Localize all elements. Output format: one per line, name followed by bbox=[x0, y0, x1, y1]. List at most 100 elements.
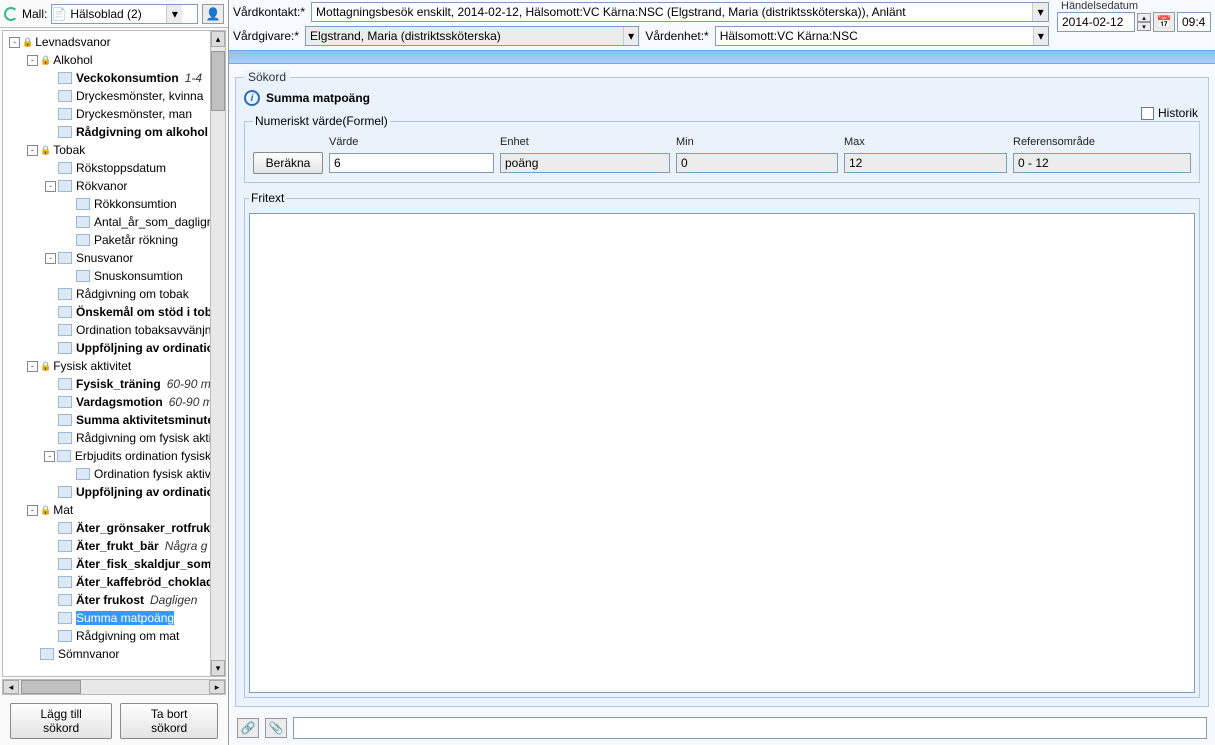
chevron-down-icon[interactable]: ▾ bbox=[1033, 27, 1048, 45]
scroll-left-icon[interactable]: ◂ bbox=[3, 680, 19, 694]
scroll-down-icon[interactable]: ▾ bbox=[211, 660, 225, 676]
tree-node-icon bbox=[76, 468, 90, 480]
calculate-button[interactable]: Beräkna bbox=[253, 152, 323, 174]
numeric-fieldset: Numeriskt värde(Formel) Värde Enhet Min … bbox=[244, 114, 1200, 183]
header-enhet: Enhet bbox=[500, 136, 670, 148]
fritext-textarea[interactable] bbox=[249, 213, 1195, 693]
tree-item[interactable]: Summa aktivitetsminute bbox=[3, 411, 225, 429]
tree-collapser-icon[interactable]: - bbox=[44, 451, 55, 462]
historik-label: Historik bbox=[1158, 106, 1198, 120]
tree-item[interactable]: Äter_grönsaker_rotfrukt bbox=[3, 519, 225, 537]
tree-item[interactable]: Summa matpoäng bbox=[3, 609, 225, 627]
tree-collapser-icon[interactable]: - bbox=[27, 505, 38, 516]
historik-checkbox[interactable] bbox=[1141, 107, 1154, 120]
remove-keyword-button[interactable]: Ta bort sökord bbox=[120, 703, 218, 739]
vardkontakt-input[interactable] bbox=[312, 5, 1032, 19]
tree-item-label: Äter_fisk_skaldjur_som bbox=[76, 557, 211, 571]
tree-item[interactable]: Äter_frukt_bärNågra g bbox=[3, 537, 225, 555]
tree-item[interactable]: - Rökvanor bbox=[3, 177, 225, 195]
vardenhet-dropdown[interactable]: ▾ bbox=[715, 26, 1049, 46]
tree-item[interactable]: Ordination fysisk aktivit bbox=[3, 465, 225, 483]
tree-item[interactable]: -🔒Tobak bbox=[3, 141, 225, 159]
tree-node-icon bbox=[58, 414, 72, 426]
tree-item[interactable]: Antal_år_som_dagligrö bbox=[3, 213, 225, 231]
event-time-input[interactable] bbox=[1178, 15, 1210, 29]
tree-item[interactable]: Snuskonsumtion bbox=[3, 267, 225, 285]
tree-collapser-icon[interactable]: - bbox=[45, 181, 56, 192]
tree-collapser-icon[interactable]: - bbox=[45, 253, 56, 264]
tree-item[interactable]: Äter_kaffebröd_choklad bbox=[3, 573, 225, 591]
tree-collapser-icon[interactable]: - bbox=[27, 145, 38, 156]
tree-item[interactable]: Rökstoppsdatum bbox=[3, 159, 225, 177]
tree-collapser-icon[interactable]: - bbox=[27, 55, 38, 66]
chevron-down-icon[interactable]: ▾ bbox=[1032, 3, 1048, 21]
tree-item[interactable]: Ordination tobaksavvänjnin bbox=[3, 321, 225, 339]
tree-item[interactable]: Rådgivning om tobak bbox=[3, 285, 225, 303]
calendar-icon[interactable]: 📅 bbox=[1153, 12, 1175, 32]
tree-item-label: Uppföljning av ordinatio bbox=[76, 485, 214, 499]
tree-item-label: Ordination fysisk aktivit bbox=[94, 467, 217, 481]
tree-item[interactable]: Vardagsmotion60-90 m bbox=[3, 393, 225, 411]
scroll-up-icon[interactable]: ▴ bbox=[211, 31, 225, 47]
event-date-input[interactable] bbox=[1058, 15, 1134, 29]
tree-item[interactable]: Uppföljning av ordinatio bbox=[3, 339, 225, 357]
vardgivare-label: Vårdgivare:* bbox=[233, 29, 299, 43]
tree-vertical-scrollbar[interactable]: ▴ ▾ bbox=[210, 30, 226, 677]
tree-item[interactable]: Veckokonsumtion1-4 bbox=[3, 69, 225, 87]
tree-node-icon bbox=[57, 450, 71, 462]
tree-item[interactable]: Dryckesmönster, man bbox=[3, 105, 225, 123]
tree-item[interactable]: Rökkonsumtion bbox=[3, 195, 225, 213]
tree-item[interactable]: Äter_fisk_skaldjur_som bbox=[3, 555, 225, 573]
tree-item[interactable]: -🔒Fysisk aktivitet bbox=[3, 357, 225, 375]
vardenhet-input[interactable] bbox=[716, 29, 1033, 43]
add-keyword-button[interactable]: Lägg till sökord bbox=[10, 703, 112, 739]
tree-item[interactable]: Fysisk_träning60-90 m bbox=[3, 375, 225, 393]
historik-checkbox-wrap[interactable]: Historik bbox=[1141, 106, 1198, 120]
tree-item[interactable]: Paketår rökning bbox=[3, 231, 225, 249]
tree-item[interactable]: Rådgivning om fysisk aktiv bbox=[3, 429, 225, 447]
tree-item-label: Rådgivning om mat bbox=[76, 629, 179, 643]
tree-item[interactable]: Äter frukostDagligen bbox=[3, 591, 225, 609]
tree-node-icon bbox=[58, 108, 72, 120]
tree-item[interactable]: Sömnvanor bbox=[3, 645, 225, 663]
link-icon[interactable]: 🔗 bbox=[237, 718, 259, 738]
mall-dropdown[interactable]: 📄 ▾ bbox=[51, 4, 198, 24]
tree-item[interactable]: Dryckesmönster, kvinna bbox=[3, 87, 225, 105]
tree-item[interactable]: Rådgivning om mat bbox=[3, 627, 225, 645]
tree-item[interactable]: -🔒Alkohol bbox=[3, 51, 225, 69]
info-icon[interactable]: i bbox=[244, 90, 260, 106]
tree-item[interactable]: -🔒Mat bbox=[3, 501, 225, 519]
tree-horizontal-scrollbar[interactable]: ◂ ▸ bbox=[2, 679, 226, 695]
tree-item-label: Rökvanor bbox=[76, 179, 127, 193]
vardgivare-dropdown[interactable]: ▾ bbox=[305, 26, 639, 46]
tree-collapser-icon[interactable]: - bbox=[27, 361, 38, 372]
sokord-title: Summa matpoäng bbox=[266, 91, 370, 105]
vardkontakt-dropdown[interactable]: ▾ bbox=[311, 2, 1049, 22]
varde-input[interactable] bbox=[329, 153, 494, 173]
tree-item[interactable]: -🔒Levnadsvanor bbox=[3, 33, 225, 51]
tree-collapser-icon[interactable]: - bbox=[9, 37, 20, 48]
tree-item[interactable]: Rådgivning om alkohol bbox=[3, 123, 225, 141]
lock-icon: 🔒 bbox=[40, 145, 51, 156]
scroll-thumb[interactable] bbox=[211, 51, 225, 111]
tree-item-suffix: 1-4 bbox=[185, 71, 202, 85]
mall-input[interactable] bbox=[66, 7, 166, 21]
tree-item[interactable]: Uppföljning av ordinatio bbox=[3, 483, 225, 501]
tree-item[interactable]: -Erbjudits ordination fysisk a bbox=[3, 447, 225, 465]
scroll-right-icon[interactable]: ▸ bbox=[209, 680, 225, 694]
event-date-field[interactable] bbox=[1057, 12, 1135, 32]
chevron-down-icon[interactable]: ▾ bbox=[166, 5, 182, 23]
event-time-field[interactable] bbox=[1177, 12, 1211, 32]
lock-icon: 🔒 bbox=[40, 361, 51, 372]
chevron-down-icon[interactable]: ▾ bbox=[623, 27, 638, 45]
attachment-field[interactable] bbox=[293, 717, 1207, 739]
person-icon-button[interactable]: 👤 bbox=[202, 4, 224, 24]
keyword-tree[interactable]: -🔒Levnadsvanor-🔒AlkoholVeckokonsumtion1-… bbox=[2, 30, 226, 677]
hscroll-thumb[interactable] bbox=[21, 680, 81, 694]
tree-item[interactable]: -Snusvanor bbox=[3, 249, 225, 267]
tree-item[interactable]: Önskemål om stöd i tob bbox=[3, 303, 225, 321]
tree-node-icon bbox=[58, 576, 72, 588]
tree-node-icon bbox=[58, 180, 72, 192]
paperclip-icon[interactable]: 📎 bbox=[265, 718, 287, 738]
date-spinner[interactable]: ▴▾ bbox=[1137, 13, 1151, 31]
